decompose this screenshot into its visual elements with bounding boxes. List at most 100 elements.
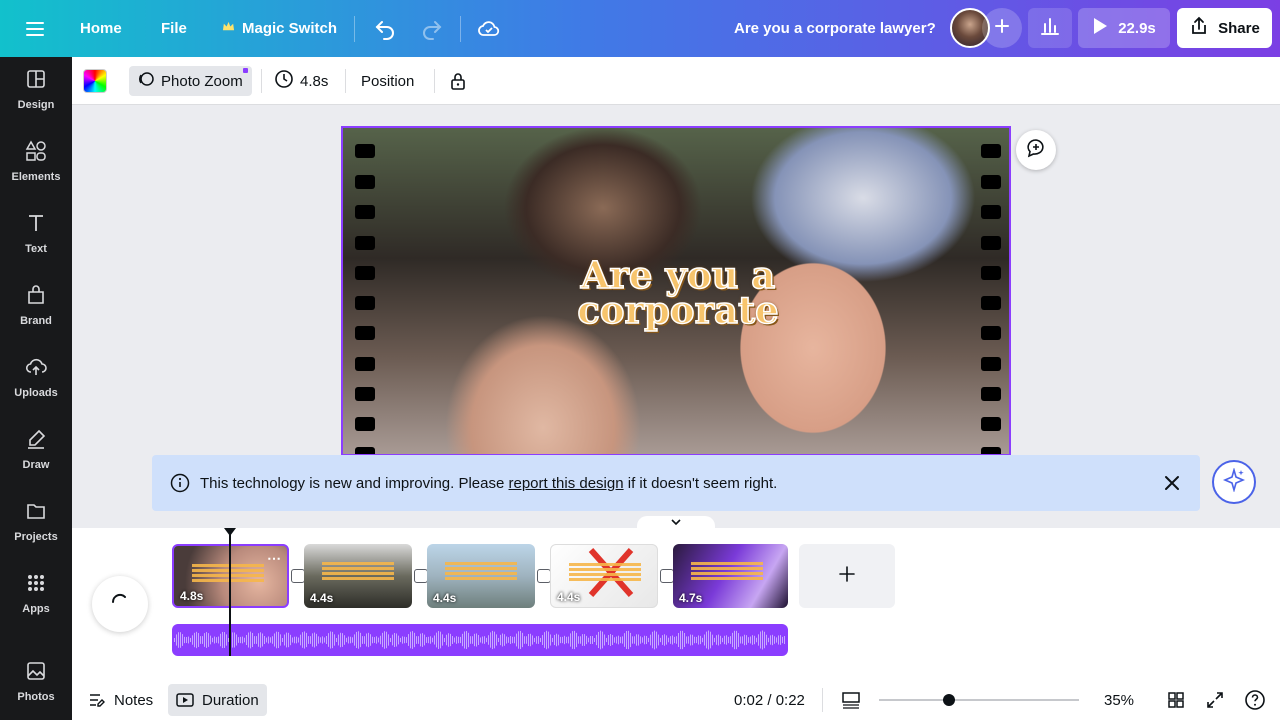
- duration-toggle-button[interactable]: Duration: [168, 684, 267, 716]
- sprocket: [355, 417, 375, 431]
- waveform-bar: [316, 633, 317, 647]
- transition-button[interactable]: [660, 569, 674, 583]
- report-design-link[interactable]: report this design: [509, 475, 624, 492]
- transition-button[interactable]: [414, 569, 428, 583]
- playhead[interactable]: [224, 528, 236, 656]
- waveform-bar: [540, 637, 541, 643]
- waveform-bar: [260, 632, 261, 648]
- design-title[interactable]: Are you a corporate lawyer?: [734, 0, 936, 57]
- waveform-bar: [740, 636, 741, 644]
- waveform-bar: [174, 638, 175, 642]
- help-icon[interactable]: [1244, 680, 1266, 720]
- waveform-bar: [596, 634, 597, 646]
- waveform-bar: [442, 634, 443, 646]
- sidebar-item-brand[interactable]: Brand: [0, 273, 72, 337]
- home-button[interactable]: Home: [80, 0, 122, 57]
- waveform-bar: [198, 633, 199, 647]
- transition-button[interactable]: [537, 569, 551, 583]
- file-menu-button[interactable]: File: [161, 0, 187, 57]
- sidebar-item-label: Uploads: [14, 386, 58, 399]
- waveform-bar: [668, 637, 669, 643]
- fullscreen-icon[interactable]: [1206, 680, 1224, 720]
- share-button[interactable]: Share: [1177, 8, 1272, 48]
- overlay-title-text[interactable]: Are you a corporate: [563, 256, 793, 330]
- divider: [354, 16, 355, 42]
- waveform-bar: [718, 634, 719, 646]
- waveform-bar: [656, 631, 657, 649]
- position-button[interactable]: Position: [361, 66, 414, 96]
- sidebar-item-draw[interactable]: Draw: [0, 417, 72, 481]
- waveform-bar: [328, 633, 329, 647]
- menu-icon[interactable]: [24, 0, 46, 57]
- waveform-bar: [418, 636, 419, 644]
- waveform-bar: [582, 634, 583, 646]
- lock-icon[interactable]: [448, 66, 468, 96]
- waveform-bar: [608, 635, 609, 645]
- insights-button[interactable]: [1028, 8, 1072, 48]
- sidebar-item-text[interactable]: Text: [0, 201, 72, 265]
- waveform-bar: [394, 633, 395, 647]
- waveform-bar: [308, 636, 309, 644]
- sidebar-item-uploads[interactable]: Uploads: [0, 345, 72, 409]
- zoom-level[interactable]: 35%: [1104, 680, 1134, 720]
- sidebar-item-design[interactable]: Design: [0, 57, 72, 121]
- page-view-icon[interactable]: [841, 680, 861, 720]
- waveform-bar: [180, 632, 181, 648]
- invite-button[interactable]: [982, 8, 1022, 48]
- clip-text-preview: [445, 562, 517, 580]
- notes-button[interactable]: Notes: [88, 680, 153, 720]
- redo-icon[interactable]: [420, 0, 444, 57]
- color-picker-button[interactable]: [83, 66, 107, 96]
- waveform-bar: [558, 634, 559, 646]
- waveform-bar: [530, 633, 531, 647]
- waveform-bar: [488, 635, 489, 645]
- magic-assistant-button[interactable]: [1212, 460, 1256, 504]
- timeline-clip[interactable]: 4.4s: [550, 544, 658, 608]
- waveform-bar: [324, 637, 325, 643]
- add-page-button[interactable]: [799, 544, 895, 608]
- waveform-bar: [720, 635, 721, 645]
- play-preview-button[interactable]: 22.9s: [1078, 8, 1170, 48]
- photo-zoom-button[interactable]: Photo Zoom: [129, 66, 252, 96]
- waveform-bar: [662, 635, 663, 645]
- audio-track[interactable]: [172, 624, 788, 656]
- waveform-bar: [444, 637, 445, 643]
- cloud-saved-icon[interactable]: [477, 0, 501, 57]
- timeline-clip[interactable]: 4.4s: [304, 544, 412, 608]
- waveform-bar: [562, 636, 563, 644]
- more-options-icon[interactable]: ⋯: [267, 550, 281, 567]
- sprocket: [355, 236, 375, 250]
- timeline-clip[interactable]: 4.7s: [673, 544, 788, 608]
- sidebar-item-photos[interactable]: Photos: [0, 649, 72, 713]
- grid-view-icon[interactable]: [1167, 680, 1185, 720]
- waveform-bar: [756, 637, 757, 643]
- waveform-bar: [704, 634, 705, 646]
- transition-button[interactable]: [291, 569, 305, 583]
- color-swatch-icon: [83, 69, 107, 93]
- duration-button[interactable]: 4.8s: [274, 66, 328, 96]
- sidebar-item-apps[interactable]: Apps: [0, 561, 72, 625]
- comment-plus-icon: [1025, 137, 1047, 164]
- waveform-bar: [358, 631, 359, 649]
- waveform-bar: [498, 637, 499, 643]
- play-icon: [1092, 17, 1108, 39]
- sidebar-item-projects[interactable]: Projects: [0, 489, 72, 553]
- add-comment-button[interactable]: [1016, 130, 1056, 170]
- playback-time: 0:02 / 0:22: [734, 691, 805, 709]
- waveform-bar: [382, 632, 383, 648]
- undo-icon[interactable]: [373, 0, 397, 57]
- close-icon[interactable]: [1162, 473, 1182, 493]
- magic-switch-button[interactable]: Magic Switch: [222, 0, 337, 57]
- share-icon: [1189, 16, 1209, 40]
- notes-label: Notes: [114, 691, 154, 709]
- waveform-bar: [728, 636, 729, 644]
- zoom-slider[interactable]: [879, 694, 1079, 706]
- timeline-clip[interactable]: 4.4s: [427, 544, 535, 608]
- play-pause-button[interactable]: [92, 576, 148, 632]
- waveform-bar: [532, 635, 533, 645]
- waveform-bar: [684, 632, 685, 648]
- design-canvas[interactable]: Are you a corporate: [341, 126, 1011, 456]
- zoom-slider-knob[interactable]: [943, 694, 955, 706]
- waveform-bar: [478, 635, 479, 645]
- sidebar-item-elements[interactable]: Elements: [0, 129, 72, 193]
